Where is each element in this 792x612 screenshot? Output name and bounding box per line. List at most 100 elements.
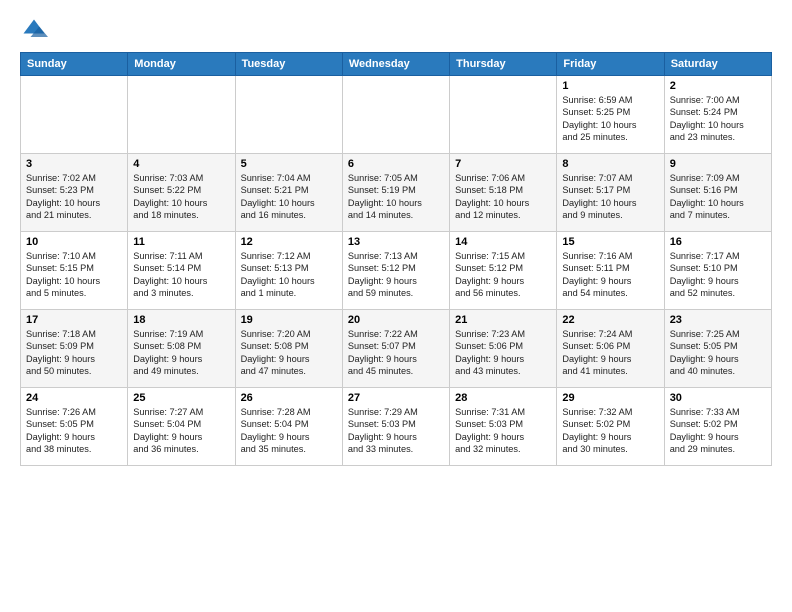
calendar-cell: 5 Sunrise: 7:04 AM Sunset: 5:21 PM Daylig… bbox=[235, 154, 342, 232]
calendar-cell: 15Sunrise: 7:16 AM Sunset: 5:11 PM Dayli… bbox=[557, 232, 664, 310]
day-info: Sunrise: 7:27 AM Sunset: 5:04 PM Dayligh… bbox=[133, 406, 229, 456]
day-number: 15 bbox=[562, 236, 658, 248]
day-number: 30 bbox=[670, 392, 766, 404]
day-number: 29 bbox=[562, 392, 658, 404]
day-number: 9 bbox=[670, 158, 766, 170]
day-number: 1 bbox=[562, 80, 658, 92]
day-info: Sunrise: 7:29 AM Sunset: 5:03 PM Dayligh… bbox=[348, 406, 444, 456]
day-number: 12 bbox=[241, 236, 337, 248]
day-number: 22 bbox=[562, 314, 658, 326]
day-info: Sunrise: 7:05 AM Sunset: 5:19 PM Dayligh… bbox=[348, 172, 444, 222]
day-info: Sunrise: 7:25 AM Sunset: 5:05 PM Dayligh… bbox=[670, 328, 766, 378]
day-info: Sunrise: 7:23 AM Sunset: 5:06 PM Dayligh… bbox=[455, 328, 551, 378]
day-number: 18 bbox=[133, 314, 229, 326]
day-info: Sunrise: 7:09 AM Sunset: 5:16 PM Dayligh… bbox=[670, 172, 766, 222]
day-info: Sunrise: 7:03 AM Sunset: 5:22 PM Dayligh… bbox=[133, 172, 229, 222]
calendar-cell: 9 Sunrise: 7:09 AM Sunset: 5:16 PM Daylig… bbox=[664, 154, 771, 232]
day-number: 19 bbox=[241, 314, 337, 326]
day-info: Sunrise: 7:32 AM Sunset: 5:02 PM Dayligh… bbox=[562, 406, 658, 456]
calendar-cell: 10 Sunrise: 7:10 AM Sunset: 5:15 PM Dayli… bbox=[21, 232, 128, 310]
day-info: Sunrise: 7:04 AM Sunset: 5:21 PM Dayligh… bbox=[241, 172, 337, 222]
calendar-cell: 21 Sunrise: 7:23 AM Sunset: 5:06 PM Dayli… bbox=[450, 310, 557, 388]
calendar-cell bbox=[235, 76, 342, 154]
weekday-header-monday: Monday bbox=[128, 53, 235, 76]
calendar-cell: 14 Sunrise: 7:15 AM Sunset: 5:12 PM Dayli… bbox=[450, 232, 557, 310]
day-info: Sunrise: 7:26 AM Sunset: 5:05 PM Dayligh… bbox=[26, 406, 122, 456]
calendar-cell: 19 Sunrise: 7:20 AM Sunset: 5:08 PM Dayli… bbox=[235, 310, 342, 388]
calendar-cell: 16 Sunrise: 7:17 AM Sunset: 5:10 PM Dayli… bbox=[664, 232, 771, 310]
calendar-cell: 4 Sunrise: 7:03 AM Sunset: 5:22 PM Daylig… bbox=[128, 154, 235, 232]
weekday-header-thursday: Thursday bbox=[450, 53, 557, 76]
calendar-cell bbox=[450, 76, 557, 154]
day-info: Sunrise: 7:07 AM Sunset: 5:17 PM Dayligh… bbox=[562, 172, 658, 222]
day-info: Sunrise: 7:17 AM Sunset: 5:10 PM Dayligh… bbox=[670, 250, 766, 300]
calendar-cell: 3 Sunrise: 7:02 AM Sunset: 5:23 PM Daylig… bbox=[21, 154, 128, 232]
day-info: Sunrise: 7:22 AM Sunset: 5:07 PM Dayligh… bbox=[348, 328, 444, 378]
day-info: Sunrise: 7:02 AM Sunset: 5:23 PM Dayligh… bbox=[26, 172, 122, 222]
calendar-cell: 12 Sunrise: 7:12 AM Sunset: 5:13 PM Dayli… bbox=[235, 232, 342, 310]
calendar-cell: 24 Sunrise: 7:26 AM Sunset: 5:05 PM Dayli… bbox=[21, 388, 128, 466]
weekday-header-wednesday: Wednesday bbox=[342, 53, 449, 76]
day-info: Sunrise: 7:13 AM Sunset: 5:12 PM Dayligh… bbox=[348, 250, 444, 300]
day-number: 23 bbox=[670, 314, 766, 326]
calendar-cell: 6 Sunrise: 7:05 AM Sunset: 5:19 PM Daylig… bbox=[342, 154, 449, 232]
calendar-cell: 28 Sunrise: 7:31 AM Sunset: 5:03 PM Dayli… bbox=[450, 388, 557, 466]
logo-icon bbox=[20, 16, 48, 44]
day-number: 20 bbox=[348, 314, 444, 326]
day-info: Sunrise: 7:15 AM Sunset: 5:12 PM Dayligh… bbox=[455, 250, 551, 300]
day-number: 26 bbox=[241, 392, 337, 404]
calendar-cell: 18 Sunrise: 7:19 AM Sunset: 5:08 PM Dayli… bbox=[128, 310, 235, 388]
day-number: 28 bbox=[455, 392, 551, 404]
weekday-header-sunday: Sunday bbox=[21, 53, 128, 76]
day-info: Sunrise: 6:59 AM Sunset: 5:25 PM Dayligh… bbox=[562, 94, 658, 144]
calendar-cell: 1 Sunrise: 6:59 AM Sunset: 5:25 PM Daylig… bbox=[557, 76, 664, 154]
calendar-cell bbox=[21, 76, 128, 154]
day-number: 10 bbox=[26, 236, 122, 248]
day-number: 4 bbox=[133, 158, 229, 170]
day-number: 11 bbox=[133, 236, 229, 248]
calendar-cell: 2 Sunrise: 7:00 AM Sunset: 5:24 PM Daylig… bbox=[664, 76, 771, 154]
calendar-cell: 20 Sunrise: 7:22 AM Sunset: 5:07 PM Dayli… bbox=[342, 310, 449, 388]
day-number: 8 bbox=[562, 158, 658, 170]
day-number: 3 bbox=[26, 158, 122, 170]
day-number: 5 bbox=[241, 158, 337, 170]
day-info: Sunrise: 7:12 AM Sunset: 5:13 PM Dayligh… bbox=[241, 250, 337, 300]
day-number: 25 bbox=[133, 392, 229, 404]
day-info: Sunrise: 7:00 AM Sunset: 5:24 PM Dayligh… bbox=[670, 94, 766, 144]
day-info: Sunrise: 7:31 AM Sunset: 5:03 PM Dayligh… bbox=[455, 406, 551, 456]
calendar-cell: 25 Sunrise: 7:27 AM Sunset: 5:04 PM Dayli… bbox=[128, 388, 235, 466]
day-number: 13 bbox=[348, 236, 444, 248]
calendar-cell: 26 Sunrise: 7:28 AM Sunset: 5:04 PM Dayli… bbox=[235, 388, 342, 466]
day-number: 27 bbox=[348, 392, 444, 404]
calendar-cell: 17 Sunrise: 7:18 AM Sunset: 5:09 PM Dayli… bbox=[21, 310, 128, 388]
day-info: Sunrise: 7:10 AM Sunset: 5:15 PM Dayligh… bbox=[26, 250, 122, 300]
day-number: 17 bbox=[26, 314, 122, 326]
weekday-header-friday: Friday bbox=[557, 53, 664, 76]
day-number: 7 bbox=[455, 158, 551, 170]
day-number: 21 bbox=[455, 314, 551, 326]
day-info: Sunrise: 7:11 AM Sunset: 5:14 PM Dayligh… bbox=[133, 250, 229, 300]
header bbox=[20, 16, 772, 44]
day-info: Sunrise: 7:20 AM Sunset: 5:08 PM Dayligh… bbox=[241, 328, 337, 378]
day-number: 16 bbox=[670, 236, 766, 248]
page: SundayMondayTuesdayWednesdayThursdayFrid… bbox=[0, 0, 792, 612]
weekday-header-tuesday: Tuesday bbox=[235, 53, 342, 76]
calendar-cell bbox=[342, 76, 449, 154]
calendar-cell: 23 Sunrise: 7:25 AM Sunset: 5:05 PM Dayli… bbox=[664, 310, 771, 388]
calendar: SundayMondayTuesdayWednesdayThursdayFrid… bbox=[20, 52, 772, 466]
day-info: Sunrise: 7:19 AM Sunset: 5:08 PM Dayligh… bbox=[133, 328, 229, 378]
calendar-cell: 27 Sunrise: 7:29 AM Sunset: 5:03 PM Dayli… bbox=[342, 388, 449, 466]
day-info: Sunrise: 7:28 AM Sunset: 5:04 PM Dayligh… bbox=[241, 406, 337, 456]
day-number: 6 bbox=[348, 158, 444, 170]
day-info: Sunrise: 7:24 AM Sunset: 5:06 PM Dayligh… bbox=[562, 328, 658, 378]
calendar-cell: 30 Sunrise: 7:33 AM Sunset: 5:02 PM Dayli… bbox=[664, 388, 771, 466]
day-info: Sunrise: 7:18 AM Sunset: 5:09 PM Dayligh… bbox=[26, 328, 122, 378]
logo bbox=[20, 16, 52, 44]
day-number: 24 bbox=[26, 392, 122, 404]
day-number: 14 bbox=[455, 236, 551, 248]
calendar-cell: 11 Sunrise: 7:11 AM Sunset: 5:14 PM Dayli… bbox=[128, 232, 235, 310]
day-info: Sunrise: 7:33 AM Sunset: 5:02 PM Dayligh… bbox=[670, 406, 766, 456]
calendar-cell: 22 Sunrise: 7:24 AM Sunset: 5:06 PM Dayli… bbox=[557, 310, 664, 388]
calendar-cell: 8 Sunrise: 7:07 AM Sunset: 5:17 PM Daylig… bbox=[557, 154, 664, 232]
day-number: 2 bbox=[670, 80, 766, 92]
